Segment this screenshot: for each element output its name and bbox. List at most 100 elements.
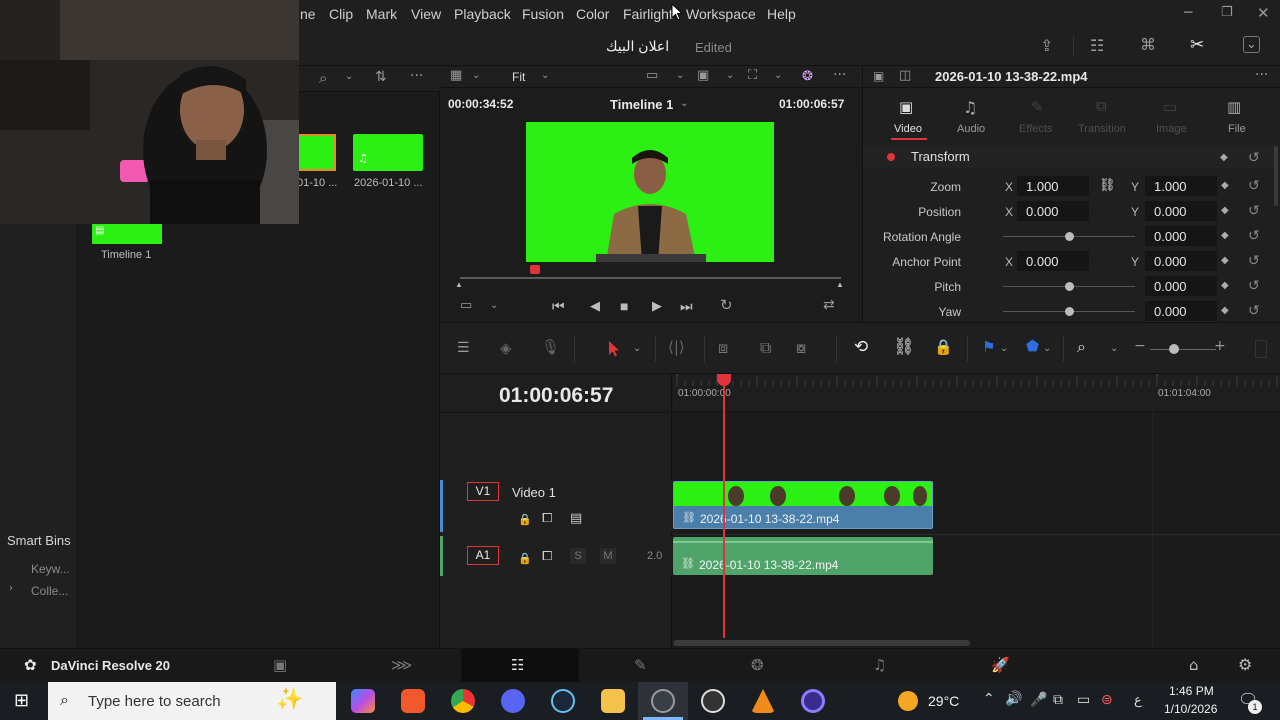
settings-gear-icon[interactable]: ⚙ (1238, 655, 1252, 674)
pitch-slider-knob[interactable] (1065, 282, 1074, 291)
metadata-icon[interactable]: ⌘ (1140, 35, 1156, 54)
close-icon[interactable]: ✕ (1257, 4, 1270, 22)
reset-icon[interactable]: ↺ (1248, 277, 1260, 294)
tab-file[interactable]: File (1228, 123, 1246, 135)
replace-clip-icon[interactable]: ⧇ (796, 338, 806, 358)
clip-thumbnail-video[interactable] (298, 134, 336, 171)
solo-button[interactable]: S (570, 548, 586, 564)
position-x-field[interactable]: 0.000 (1017, 201, 1089, 221)
yaw-field[interactable]: 0.000 (1145, 301, 1217, 321)
more-options-icon[interactable]: ··· (833, 67, 846, 83)
rotation-field[interactable]: 0.000 (1145, 226, 1217, 246)
snapping-icon[interactable]: ⟲ (854, 337, 868, 357)
transform-section-title[interactable]: Transform (911, 149, 970, 164)
transform-enable-toggle[interactable] (887, 153, 895, 161)
track-destination-icon[interactable]: ◈ (500, 339, 512, 357)
viewer-scrubber-track[interactable] (460, 277, 841, 279)
timeline-zoom-slider[interactable] (1150, 349, 1216, 350)
match-frame-icon[interactable]: ⇄ (823, 297, 835, 313)
chevron-down-icon[interactable]: ⌄ (774, 70, 782, 81)
menu-timeline[interactable]: ne (300, 6, 316, 22)
selection-arrow-icon[interactable] (607, 340, 621, 358)
fusion-page-icon[interactable]: ✎ (634, 656, 647, 674)
anchor-x-field[interactable]: 0.000 (1017, 251, 1089, 271)
reset-icon[interactable]: ↺ (1248, 302, 1260, 319)
menu-clip[interactable]: Clip (329, 6, 353, 22)
mute-button[interactable]: M (600, 548, 616, 564)
network-icon[interactable]: ▭ (1077, 691, 1090, 708)
steam-icon[interactable] (551, 689, 575, 713)
panel-toggle-icon[interactable] (1255, 340, 1267, 358)
file-explorer-icon[interactable] (601, 689, 625, 713)
keyframe-diamond-icon[interactable]: ◆ (1221, 205, 1229, 216)
menu-color[interactable]: Color (576, 6, 609, 22)
loop-icon[interactable]: ↻ (720, 296, 733, 314)
video-clip[interactable]: ⛓ 2026-01-10 13-38-22.mp4 (673, 481, 933, 529)
fairlight-page-icon[interactable]: ♫ (873, 656, 886, 674)
go-to-end-icon[interactable]: ⏭ (680, 298, 693, 315)
lock-icon[interactable]: 🔒 (518, 552, 532, 565)
keyframe-diamond-icon[interactable]: ◆ (1221, 305, 1229, 316)
vlc-icon[interactable] (751, 689, 775, 713)
chevron-down-icon[interactable]: ⌄ (472, 70, 480, 81)
reset-icon[interactable]: ↺ (1248, 177, 1260, 194)
restore-icon[interactable]: ❐ (1221, 5, 1233, 20)
reset-icon[interactable]: ↺ (1248, 202, 1260, 219)
color-page-icon[interactable]: ❂ (751, 656, 764, 674)
timeline-thumbnail[interactable]: ▤ (92, 224, 162, 244)
auto-select-icon[interactable]: ⧠ (542, 511, 552, 526)
share-icon[interactable]: ⇪ (1040, 36, 1053, 55)
blade-tool-icon[interactable]: ⟨|⟩ (668, 338, 685, 356)
track-id-a1[interactable]: A1 (467, 546, 499, 565)
weather-icon[interactable] (898, 691, 918, 711)
keyframe-diamond-icon[interactable]: ◆ (1220, 152, 1228, 163)
linked-selection-icon[interactable]: ⛓ (893, 337, 915, 357)
davinci-resolve-taskbar-icon[interactable] (651, 689, 675, 713)
timeline-ruler[interactable]: 01:00:00:00 01:01:04:00 (673, 374, 1280, 412)
chevron-down-icon[interactable]: ⌄ (1043, 343, 1051, 354)
more-options-icon[interactable]: ··· (1255, 67, 1268, 83)
chevron-up-icon[interactable]: ⌃ (983, 691, 995, 707)
app-icon[interactable] (801, 689, 825, 713)
position-lock-icon[interactable]: 🔒 (934, 338, 953, 356)
lock-icon[interactable]: 🔒 (518, 513, 532, 526)
reset-icon[interactable]: ↺ (1248, 149, 1260, 166)
menu-help[interactable]: Help (767, 6, 796, 22)
clip-thumbnail-audio[interactable]: ♫ (353, 134, 423, 171)
recording-icon[interactable]: ⊜ (1101, 691, 1113, 708)
chevron-down-icon[interactable]: ⌄ (633, 343, 641, 354)
timeline-scrollbar[interactable] (673, 640, 970, 646)
copilot-icon[interactable] (351, 689, 375, 713)
panel-toggle-icon[interactable]: ⌄ (1243, 36, 1260, 53)
menu-mark[interactable]: Mark (366, 6, 397, 22)
color-icon[interactable]: ❂ (802, 68, 813, 84)
go-to-start-icon[interactable]: ⏮ (552, 298, 565, 315)
obs-icon[interactable] (701, 689, 725, 713)
chevron-down-icon[interactable]: ⌄ (676, 70, 684, 81)
play-reverse-icon[interactable]: ◀ (590, 298, 600, 314)
menu-playback[interactable]: Playback (454, 6, 511, 22)
smart-bin-keywords[interactable]: Keyw... (31, 562, 70, 576)
timeline-name-dropdown[interactable]: Timeline 1 (610, 97, 673, 112)
taskbar-search-box[interactable]: ⌕ Type here to search ✨ (48, 682, 336, 720)
reset-icon[interactable]: ↺ (1248, 252, 1260, 269)
crop-icon[interactable]: ▭ (460, 298, 472, 313)
camera-icon[interactable]: ⧉ (1053, 691, 1063, 708)
chevron-down-icon[interactable]: ⌄ (680, 98, 688, 109)
keyframe-diamond-icon[interactable]: ◆ (1221, 255, 1229, 266)
link-icon[interactable]: ⛓ (1099, 178, 1116, 193)
menu-fairlight[interactable]: Fairlight (623, 6, 673, 22)
audio-tab-icon[interactable]: ♫ (963, 98, 977, 117)
viewer-mode-icon[interactable]: ▣ (697, 68, 709, 83)
timeline-options-icon[interactable]: ☰ (457, 340, 470, 356)
keyframe-diamond-icon[interactable]: ◆ (1221, 230, 1229, 241)
zoom-in-icon[interactable]: + (1214, 338, 1226, 354)
chevron-right-icon[interactable]: › (9, 583, 13, 594)
rotation-slider-knob[interactable] (1065, 232, 1074, 241)
file-tab-icon[interactable]: ▥ (1227, 98, 1241, 116)
viewer-playhead[interactable] (530, 265, 540, 274)
track-id-v1[interactable]: V1 (467, 482, 499, 501)
timeline-playhead[interactable] (723, 374, 725, 638)
keyframe-diamond-icon[interactable]: ◆ (1221, 280, 1229, 291)
anchor-y-field[interactable]: 0.000 (1145, 251, 1217, 271)
